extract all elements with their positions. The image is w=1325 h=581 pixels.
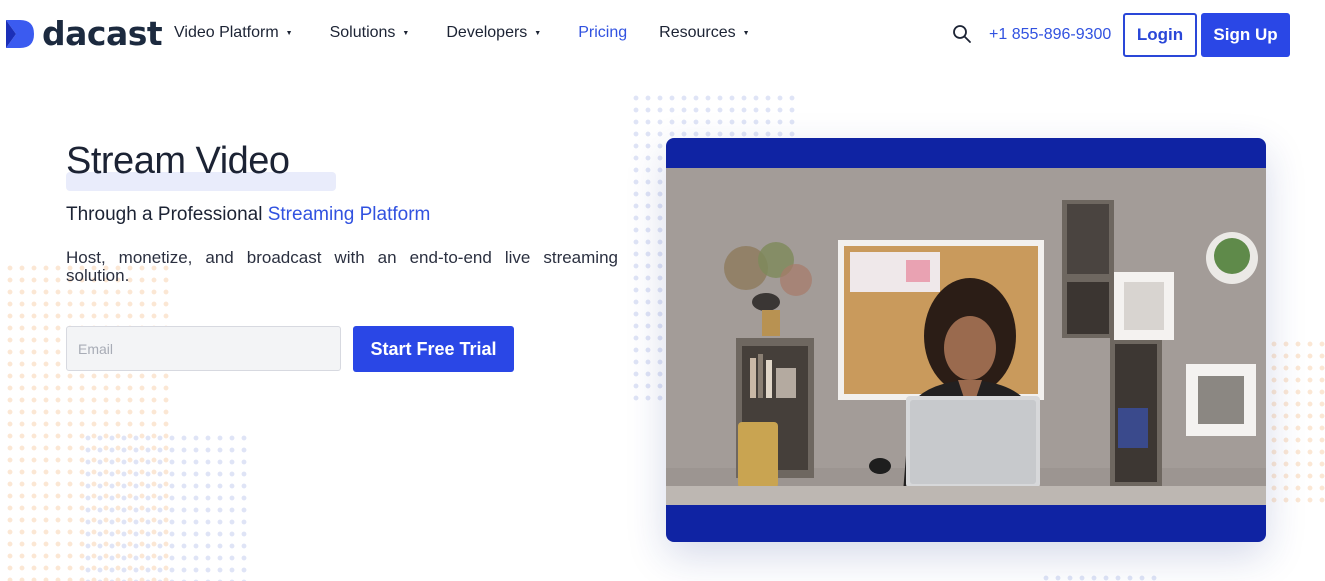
chevron-down-icon: ▼ — [402, 29, 410, 37]
nav-pricing[interactable]: Pricing — [578, 24, 627, 42]
hero-subtitle: Through a Professional Streaming Platfor… — [66, 204, 430, 226]
nav-label: Video Platform — [174, 24, 279, 41]
dot-pattern — [1040, 572, 1160, 581]
chevron-down-icon: ▼ — [742, 29, 750, 37]
nav-resources[interactable]: Resources ▼ — [659, 24, 749, 42]
hero-description: Host, monetize, and broadcast with an en… — [66, 248, 618, 285]
dot-pattern — [82, 432, 252, 581]
signup-button[interactable]: Sign Up — [1201, 13, 1290, 57]
page: dacast Video Platform ▼ Solutions ▼ Deve… — [0, 0, 1325, 581]
main-nav: Video Platform ▼ Solutions ▼ Developers … — [174, 24, 750, 42]
video-player[interactable] — [666, 138, 1266, 542]
phone-link[interactable]: +1 855-896-9300 — [989, 26, 1111, 44]
subtitle-prefix: Through a Professional — [66, 204, 268, 225]
hero-title: Stream Video — [66, 140, 290, 182]
site-header: dacast Video Platform ▼ Solutions ▼ Deve… — [0, 0, 1325, 70]
nav-label: Developers — [446, 24, 528, 41]
logo[interactable]: dacast — [4, 14, 163, 54]
subtitle-accent: Streaming Platform — [267, 204, 431, 225]
email-input[interactable] — [66, 326, 341, 371]
chevron-down-icon: ▼ — [534, 29, 542, 37]
logo-mark-icon — [6, 20, 34, 48]
nav-solutions[interactable]: Solutions ▼ — [330, 24, 410, 42]
nav-label: Solutions — [329, 24, 396, 41]
nav-label: Resources — [659, 24, 736, 41]
start-free-trial-button[interactable]: Start Free Trial — [353, 326, 514, 372]
video-thumbnail[interactable] — [666, 168, 1266, 505]
nav-video-platform[interactable]: Video Platform ▼ — [174, 24, 293, 42]
search-icon[interactable] — [952, 24, 972, 44]
login-button[interactable]: Login — [1123, 13, 1197, 57]
nav-label: Pricing — [578, 24, 628, 41]
logo-text: dacast — [42, 14, 163, 53]
nav-developers[interactable]: Developers ▼ — [446, 24, 541, 42]
chevron-down-icon: ▼ — [285, 29, 293, 37]
dot-pattern — [1268, 338, 1325, 508]
